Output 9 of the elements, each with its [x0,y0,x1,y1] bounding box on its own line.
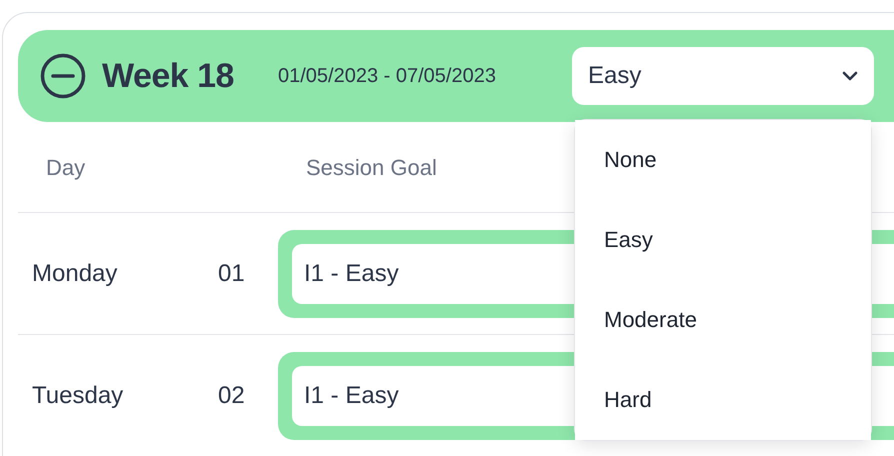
day-number: 01 [217,258,245,288]
day-number: 02 [217,380,245,410]
column-header: Day [45,154,86,182]
day-cell-text: Tuesday [31,380,124,410]
date-range: 01/05/2023 - 07/05/2023 [278,64,497,89]
column-header: Session Goal [305,154,437,182]
week-title: Week 18 [102,56,235,96]
selected-value: Easy [588,61,642,91]
day-cell-text: Monday [31,258,118,288]
